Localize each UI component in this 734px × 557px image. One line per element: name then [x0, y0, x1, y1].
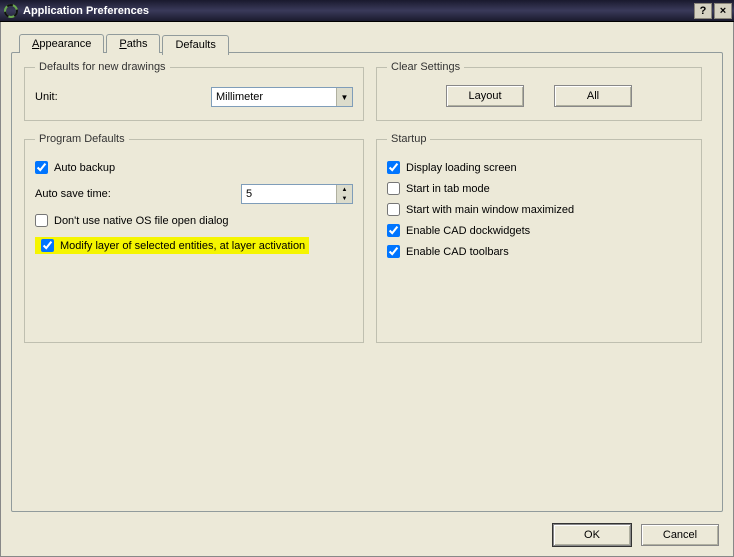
unit-label: Unit: — [35, 91, 58, 103]
chevron-down-icon: ▼ — [336, 88, 352, 106]
unit-select[interactable]: Millimeter ▼ — [211, 87, 353, 107]
group-legend: Defaults for new drawings — [35, 61, 170, 73]
group-legend: Program Defaults — [35, 133, 129, 145]
group-defaults-new-drawings: Defaults for new drawings Unit: Millimet… — [24, 61, 364, 121]
tab-label: Appearance — [32, 38, 91, 50]
toolbars-checkbox[interactable] — [387, 245, 400, 258]
autosave-value: 5 — [242, 185, 336, 203]
tab-appearance[interactable]: Appearance — [19, 34, 104, 53]
group-legend: Clear Settings — [387, 61, 464, 73]
window-title: Application Preferences — [23, 5, 694, 17]
close-button[interactable]: × — [714, 3, 732, 19]
tab-row: Appearance Paths Defaults — [11, 32, 723, 53]
close-icon: × — [720, 5, 726, 17]
app-icon — [4, 4, 18, 18]
checkbox-label: Auto backup — [54, 162, 115, 174]
client-area: Appearance Paths Defaults Defaults for n… — [0, 22, 734, 557]
unit-value: Millimeter — [216, 91, 263, 103]
tab-label: Defaults — [175, 39, 215, 51]
button-label: OK — [584, 529, 600, 541]
help-button[interactable]: ? — [694, 3, 712, 19]
tab-mode-checkbox[interactable] — [387, 182, 400, 195]
tab-defaults[interactable]: Defaults — [162, 35, 228, 55]
checkbox-label: Don't use native OS file open dialog — [54, 215, 229, 227]
all-button[interactable]: All — [554, 85, 632, 107]
checkbox-label: Modify layer of selected entities, at la… — [60, 240, 305, 252]
checkbox-label: Start in tab mode — [406, 183, 490, 195]
tab-paths[interactable]: Paths — [106, 34, 160, 53]
tab-page-defaults: Defaults for new drawings Unit: Millimet… — [11, 52, 723, 512]
button-label: Cancel — [663, 529, 697, 541]
modify-layer-highlight: Modify layer of selected entities, at la… — [35, 237, 309, 254]
autobackup-checkbox[interactable] — [35, 161, 48, 174]
loading-screen-checkbox[interactable] — [387, 161, 400, 174]
group-startup: Startup Display loading screen Start in … — [376, 133, 702, 343]
spin-up-icon[interactable]: ▲ — [336, 185, 352, 194]
tab-label: Paths — [119, 38, 147, 50]
autosave-label: Auto save time: — [35, 188, 111, 200]
help-icon: ? — [700, 5, 707, 17]
dialog-buttons: OK Cancel — [553, 524, 719, 546]
dockwidgets-checkbox[interactable] — [387, 224, 400, 237]
autosave-spinbox[interactable]: 5 ▲ ▼ — [241, 184, 353, 204]
button-label: All — [587, 90, 599, 102]
checkbox-label: Enable CAD toolbars — [406, 246, 509, 258]
no-native-dialog-checkbox[interactable] — [35, 214, 48, 227]
titlebar: Application Preferences ? × — [0, 0, 734, 22]
button-label: Layout — [468, 90, 501, 102]
checkbox-label: Display loading screen — [406, 162, 517, 174]
cancel-button[interactable]: Cancel — [641, 524, 719, 546]
group-legend: Startup — [387, 133, 430, 145]
layout-button[interactable]: Layout — [446, 85, 524, 107]
checkbox-label: Start with main window maximized — [406, 204, 574, 216]
group-clear-settings: Clear Settings Layout All — [376, 61, 702, 121]
ok-button[interactable]: OK — [553, 524, 631, 546]
spin-down-icon[interactable]: ▼ — [336, 194, 352, 203]
group-program-defaults: Program Defaults Auto backup Auto save t… — [24, 133, 364, 343]
checkbox-label: Enable CAD dockwidgets — [406, 225, 530, 237]
maximized-checkbox[interactable] — [387, 203, 400, 216]
modify-layer-checkbox[interactable] — [41, 239, 54, 252]
